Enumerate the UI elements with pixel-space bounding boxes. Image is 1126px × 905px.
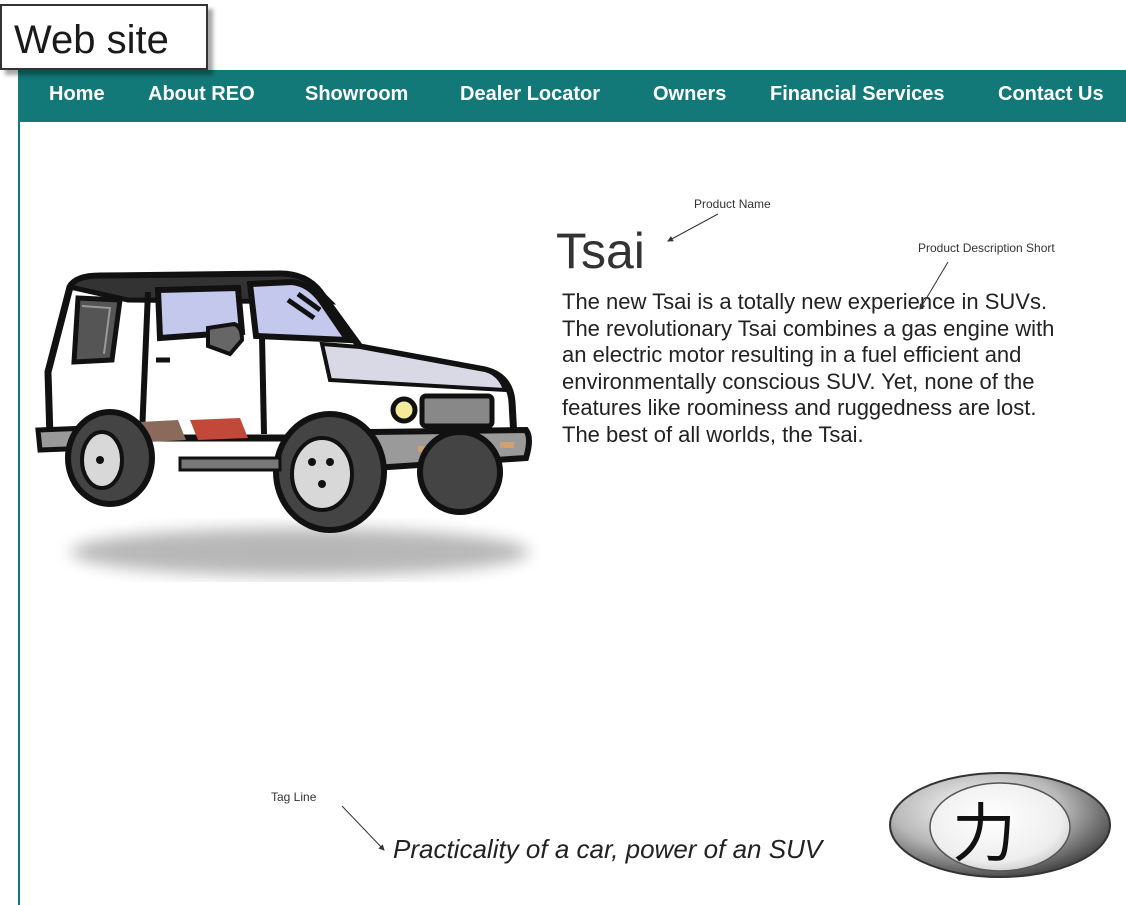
tagline: Practicality of a car, power of an SUV [393,834,823,864]
product-description: The new Tsai is a totally new experience… [562,289,1055,447]
nav-item-financial-services[interactable]: Financial Services [770,83,945,106]
nav-item-home[interactable]: Home [49,83,105,106]
page-frame-border [18,74,20,905]
annotation-product-name: Product Name [694,197,771,211]
nav-bar: Home About REO Showroom Dealer Locator O… [18,70,1126,122]
annotation-product-description: Product Description Short [918,241,1055,255]
brand-logo: 力 [889,772,1111,878]
nav-item-contact-us[interactable]: Contact Us [998,83,1104,106]
diagram-title-box: Web site [0,4,208,70]
diagram-title: Web site [14,18,169,62]
suv-illustration [35,270,532,576]
nav-item-dealer-locator[interactable]: Dealer Locator [460,83,600,106]
logo-glyph: 力 [952,798,1016,872]
leader-tag-line [341,805,385,851]
annotation-tag-line: Tag Line [271,790,317,804]
nav-item-about[interactable]: About REO [148,83,255,106]
leader-product-name [667,213,719,242]
product-name: Tsai [556,223,645,279]
nav-item-showroom[interactable]: Showroom [305,83,408,106]
nav-item-owners[interactable]: Owners [653,83,726,106]
